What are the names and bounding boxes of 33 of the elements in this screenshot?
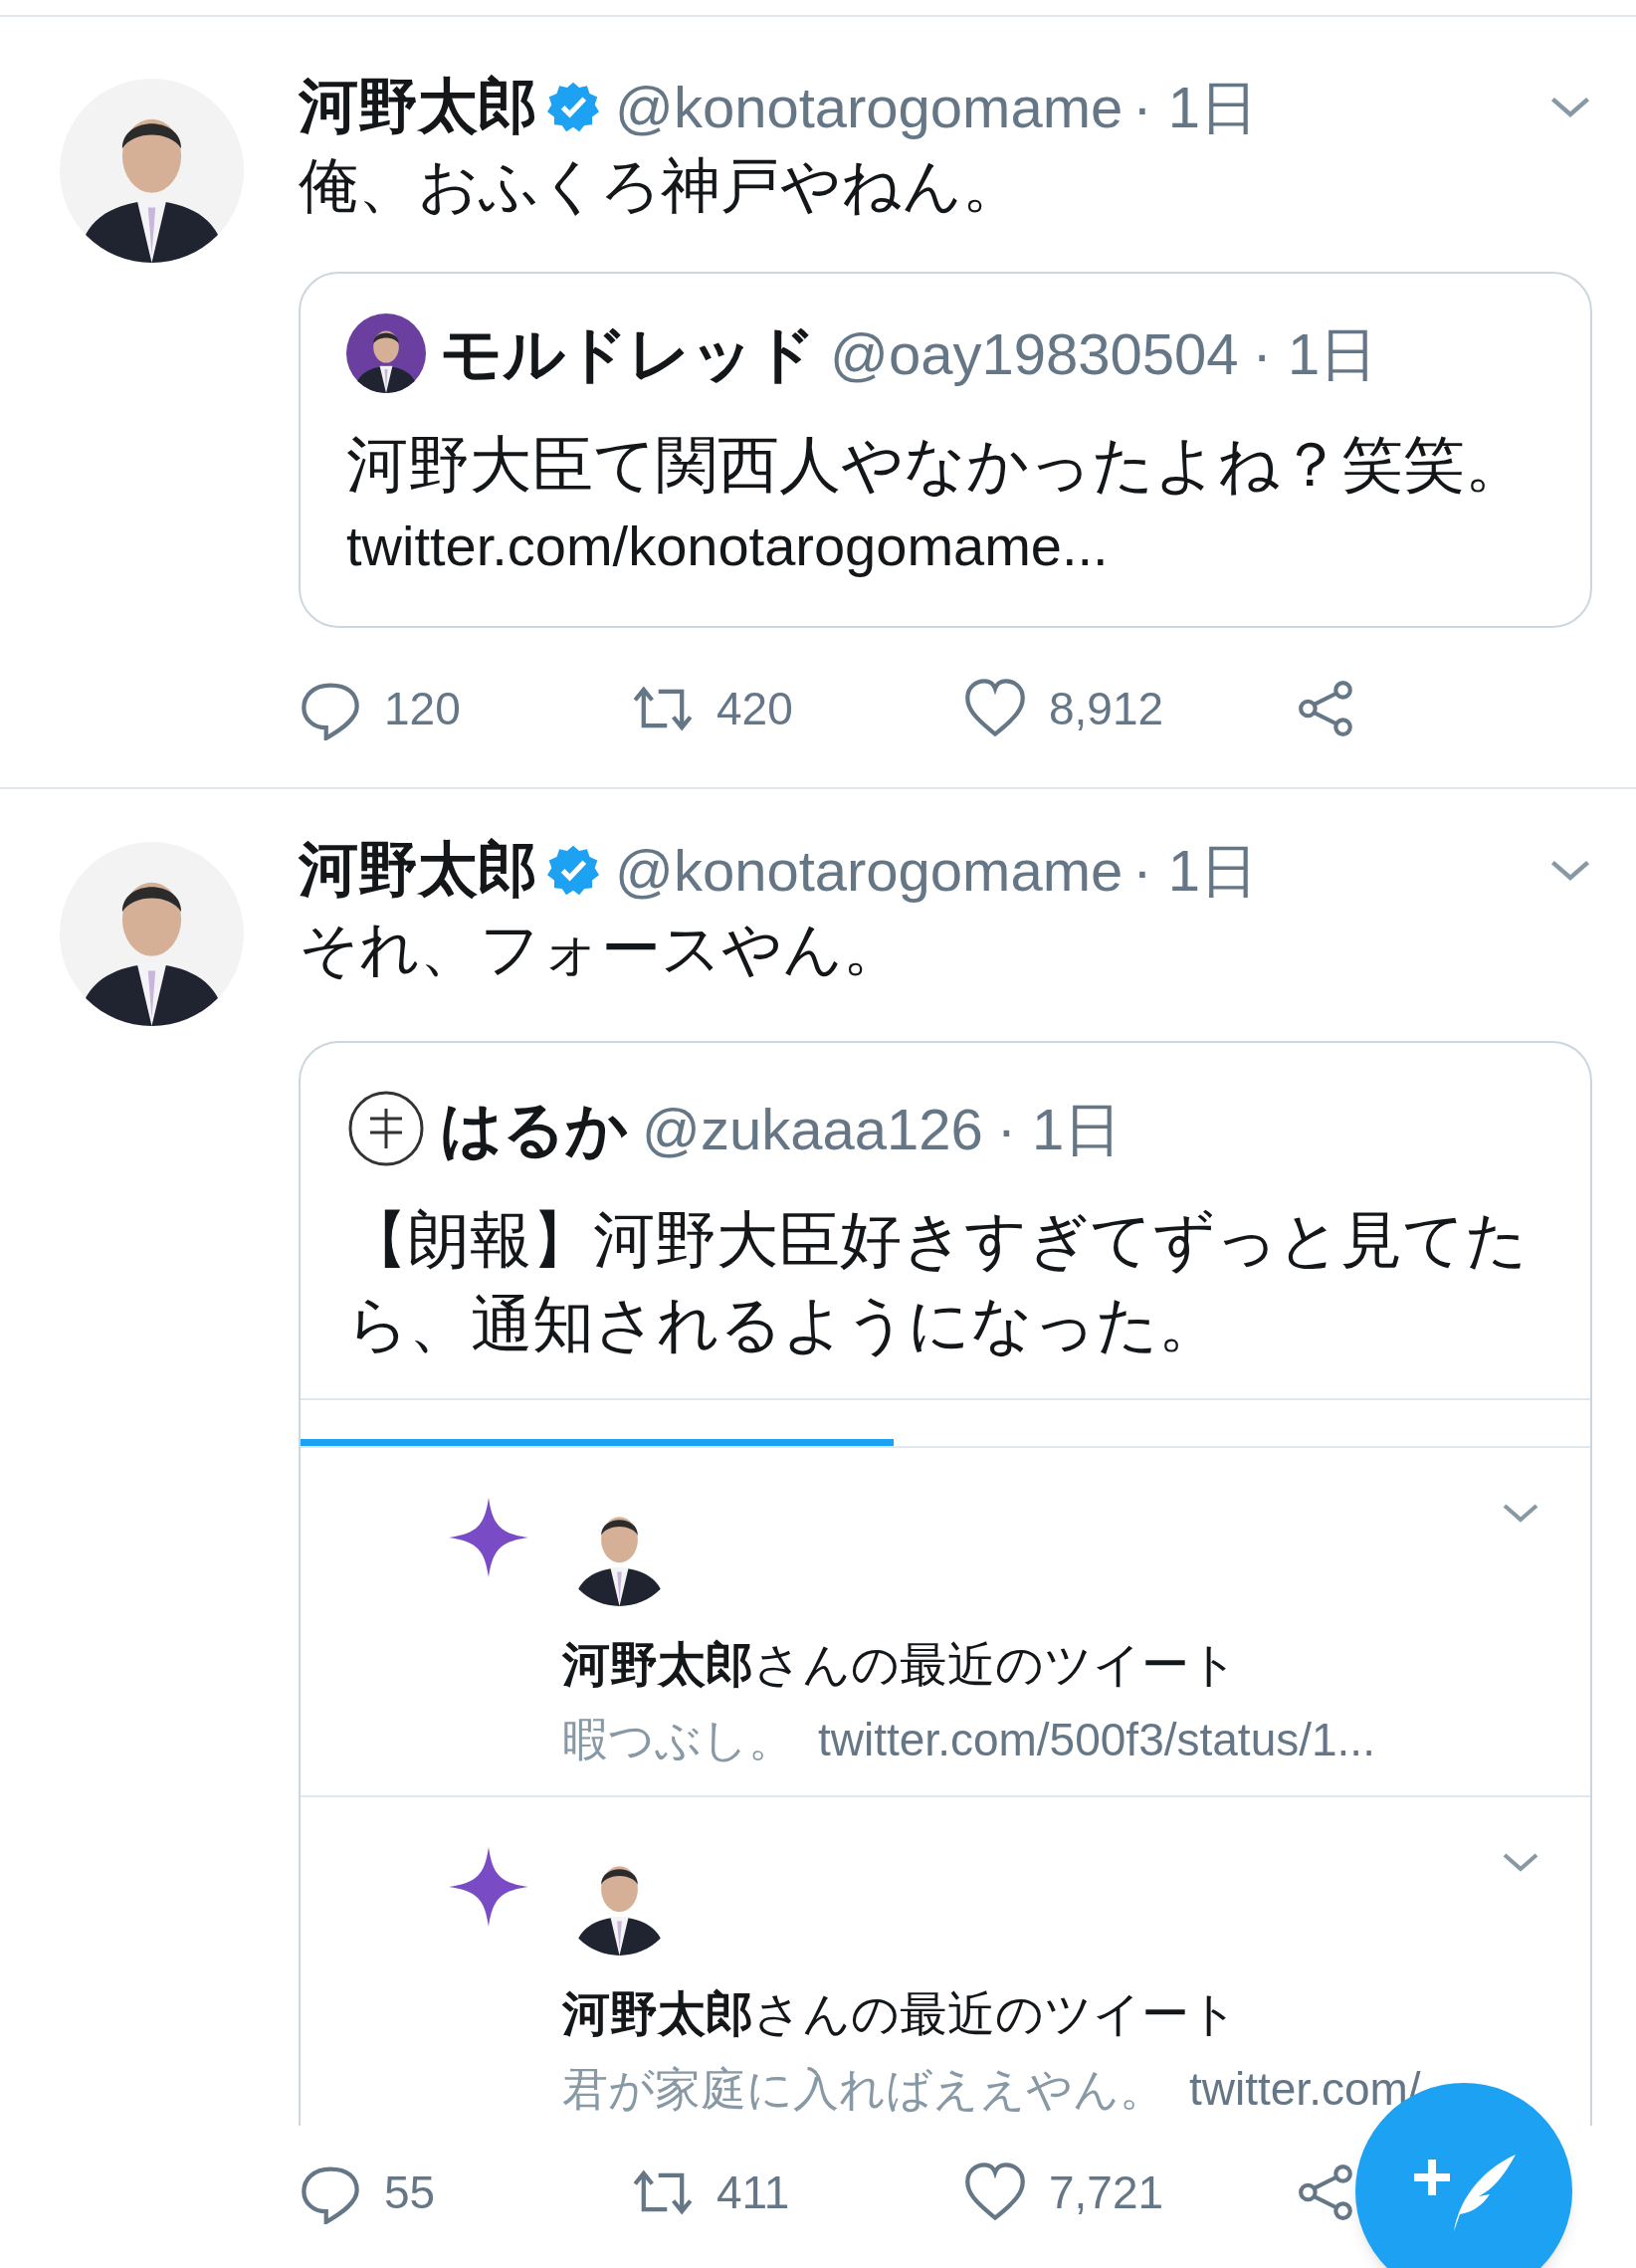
retweet-button[interactable]: 420	[631, 674, 793, 743]
tweet-link: twitter.com/	[1189, 2061, 1421, 2117]
tweet-time: · 1日	[1252, 319, 1378, 388]
quoted-tweet-text: 【朗報】河野大臣好きすぎてずっと見てたら、通知されるようになった。	[301, 1197, 1590, 1400]
notification-card[interactable]: 河野太郎さんの最近のツイート 暇つぶし。 twitter.com/500f3/status/1...	[301, 1448, 1590, 1797]
like-button[interactable]: 7,721	[963, 2158, 1164, 2227]
author-name: 河野太郎	[299, 72, 537, 141]
reply-button[interactable]: 55	[299, 2158, 436, 2227]
author-name: はるか	[440, 1093, 628, 1165]
user-handle: @zukaaa126	[642, 1095, 983, 1163]
like-button[interactable]: 8,912	[963, 674, 1164, 743]
quoted-tweet-card[interactable]: モルドレッド @oay19830504 · 1日 河野大臣て関西人やなかったよね？笑笑。 twitter.com/konotarogomame...	[299, 272, 1592, 628]
user-handle: @konotarogomame	[615, 836, 1124, 905]
tweet-text: それ、フォースやん。	[299, 915, 904, 984]
tweet-time: · 1日	[1132, 73, 1258, 141]
tweet-text: 俺、おふくろ神戸やねん。	[299, 151, 1023, 221]
tweet-time: · 1日	[996, 1095, 1123, 1163]
user-handle: @oay19830504	[830, 319, 1239, 388]
preview-text: 君が家庭に入ればええやん。	[562, 2061, 1165, 2117]
notification-title: 河野太郎さんの最近のツイート	[562, 1637, 1239, 1693]
sparkle-icon	[449, 1847, 528, 1927]
preview-text: 暇つぶし。	[562, 1712, 794, 1767]
author-name: 河野太郎	[299, 835, 537, 905]
tweet-time: · 1日	[1132, 836, 1258, 905]
tweet-link: twitter.com/konotarogomame...	[346, 514, 1110, 579]
notification-title: 河野太郎さんの最近のツイート	[562, 1986, 1239, 2042]
user-handle: @konotarogomame	[615, 73, 1124, 141]
tweet-link: twitter.com/500f3/status/1...	[818, 1712, 1375, 1767]
reply-button[interactable]: 120	[299, 674, 461, 743]
sparkle-icon	[449, 1498, 528, 1577]
quoted-tweet-text: 河野大臣て関西人やなかったよね？笑笑。	[346, 429, 1528, 501]
author-name: モルドレッド	[440, 317, 816, 390]
retweet-button[interactable]: 411	[631, 2158, 790, 2227]
